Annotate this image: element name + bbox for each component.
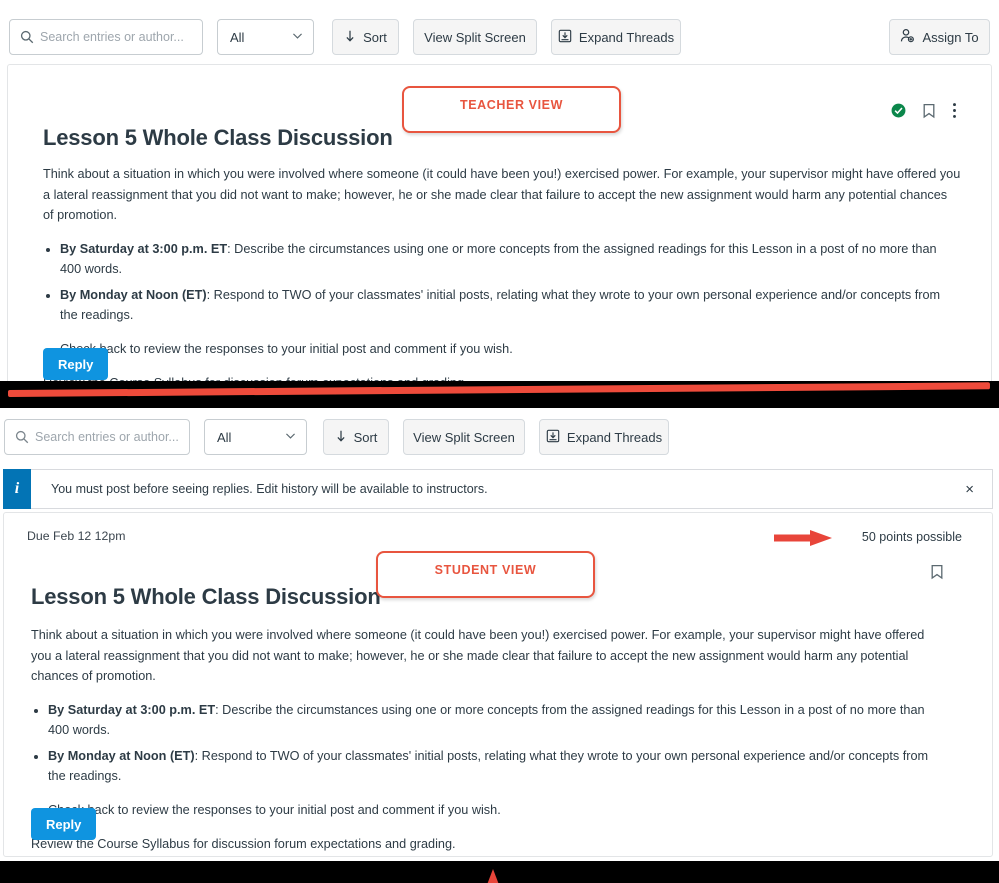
search-icon (15, 430, 29, 444)
user-add-icon (900, 28, 915, 46)
search-input-wrapper[interactable] (9, 19, 203, 55)
search-input[interactable] (40, 30, 194, 44)
discussion-paragraph: Think about a situation in which you wer… (43, 167, 961, 223)
kebab-menu-icon[interactable] (952, 102, 957, 124)
red-underline-annotation (7, 382, 990, 397)
points-possible: 50 points possible (861, 530, 962, 544)
expand-down-box-icon (558, 29, 572, 46)
discussion-toolbar-student: All Sort View Split Screen Expand Thread… (0, 416, 999, 458)
discussion-bullet-list: By Saturday at 3:00 p.m. ET: Describe th… (60, 239, 961, 326)
discussion-body-teacher: Think about a situation in which you wer… (43, 164, 961, 406)
filter-select-value-student: All (217, 429, 232, 445)
divider-band-bottom (0, 861, 999, 883)
chevron-down-icon (291, 29, 304, 45)
bullet-lead: By Monday at Noon (ET) (60, 287, 207, 302)
expand-threads-button[interactable]: Expand Threads (551, 19, 681, 55)
reply-button-teacher[interactable]: Reply (43, 348, 109, 380)
bookmark-icon-student[interactable] (930, 564, 944, 585)
divider-band-middle (0, 381, 999, 408)
filter-select-student[interactable]: All (204, 419, 307, 455)
info-icon: i (3, 469, 31, 509)
search-input-student[interactable] (35, 430, 181, 444)
sort-button[interactable]: Sort (332, 19, 399, 55)
list-item: By Monday at Noon (ET): Respond to TWO o… (60, 285, 961, 326)
red-right-arrow-icon (774, 529, 834, 547)
list-item: By Saturday at 3:00 p.m. ET: Describe th… (48, 700, 946, 741)
discussion-toolbar-teacher: All Sort View Split Screen Expand Thread… (0, 16, 999, 58)
filter-select[interactable]: All (217, 19, 314, 55)
discussion-closing-student: Review the Course Syllabus for discussio… (31, 836, 456, 851)
reply-button-student[interactable]: Reply (31, 808, 97, 840)
info-alert-body: You must post before seeing replies. Edi… (31, 469, 993, 509)
search-icon (20, 30, 34, 44)
arrow-down-icon (344, 29, 356, 46)
annotation-teacher-view: TEACHER VIEW (402, 86, 621, 133)
red-arrow-tip-icon (483, 868, 503, 883)
discussion-body-student: Think about a situation in which you wer… (31, 625, 946, 867)
page-title-student: Lesson 5 Whole Class Discussion (31, 584, 381, 609)
annotation-student-view: STUDENT VIEW (376, 551, 595, 598)
checkmark-circle-icon[interactable] (891, 103, 906, 123)
expand-threads-label: Expand Threads (578, 29, 675, 45)
list-item: By Monday at Noon (ET): Respond to TWO o… (48, 746, 946, 787)
page-title-teacher: Lesson 5 Whole Class Discussion (43, 125, 393, 150)
bullet-lead: By Saturday at 3:00 p.m. ET (60, 241, 228, 256)
discussion-paragraph-student: Think about a situation in which you wer… (31, 628, 925, 684)
sort-button-student[interactable]: Sort (323, 419, 389, 455)
sort-label: Sort (363, 29, 387, 45)
screenshot-root: All Sort View Split Screen Expand Thread… (0, 0, 999, 883)
assign-to-label: Assign To (922, 29, 979, 45)
arrow-down-icon (335, 429, 347, 446)
assign-to-button[interactable]: Assign To (889, 19, 990, 55)
bullet-lead: By Saturday at 3:00 p.m. ET (48, 702, 216, 717)
info-alert: i You must post before seeing replies. E… (3, 469, 993, 509)
search-input-wrapper-student[interactable] (4, 419, 190, 455)
discussion-bullet-list-secondary: Check back to review the responses to yo… (60, 339, 961, 360)
expand-threads-label-student: Expand Threads (566, 429, 663, 445)
chevron-down-icon (284, 429, 297, 445)
view-split-screen-label-student: View Split Screen (413, 429, 515, 445)
bookmark-icon[interactable] (922, 103, 936, 124)
info-alert-message: You must post before seeing replies. Edi… (51, 482, 488, 496)
view-split-screen-button-student[interactable]: View Split Screen (403, 419, 525, 455)
list-item: By Saturday at 3:00 p.m. ET: Describe th… (60, 239, 961, 280)
sort-label-student: Sort (353, 429, 378, 445)
filter-select-value: All (230, 29, 245, 45)
list-item: Check back to review the responses to yo… (48, 800, 946, 821)
view-split-screen-button[interactable]: View Split Screen (413, 19, 537, 55)
expand-down-box-icon (546, 429, 560, 446)
close-icon[interactable]: × (961, 480, 978, 499)
annotation-student-label: STUDENT VIEW (434, 563, 537, 577)
annotation-teacher-label: TEACHER VIEW (459, 98, 564, 112)
teacher-entry-actions (891, 102, 957, 124)
view-split-screen-label: View Split Screen (424, 29, 526, 45)
list-item: Check back to review the responses to yo… (60, 339, 961, 360)
expand-threads-button-student[interactable]: Expand Threads (539, 419, 669, 455)
due-date: Due Feb 12 12pm (27, 529, 126, 543)
discussion-bullet-list-secondary-student: Check back to review the responses to yo… (48, 800, 946, 821)
discussion-bullet-list-student: By Saturday at 3:00 p.m. ET: Describe th… (48, 700, 946, 787)
bullet-lead: By Monday at Noon (ET) (48, 748, 195, 763)
